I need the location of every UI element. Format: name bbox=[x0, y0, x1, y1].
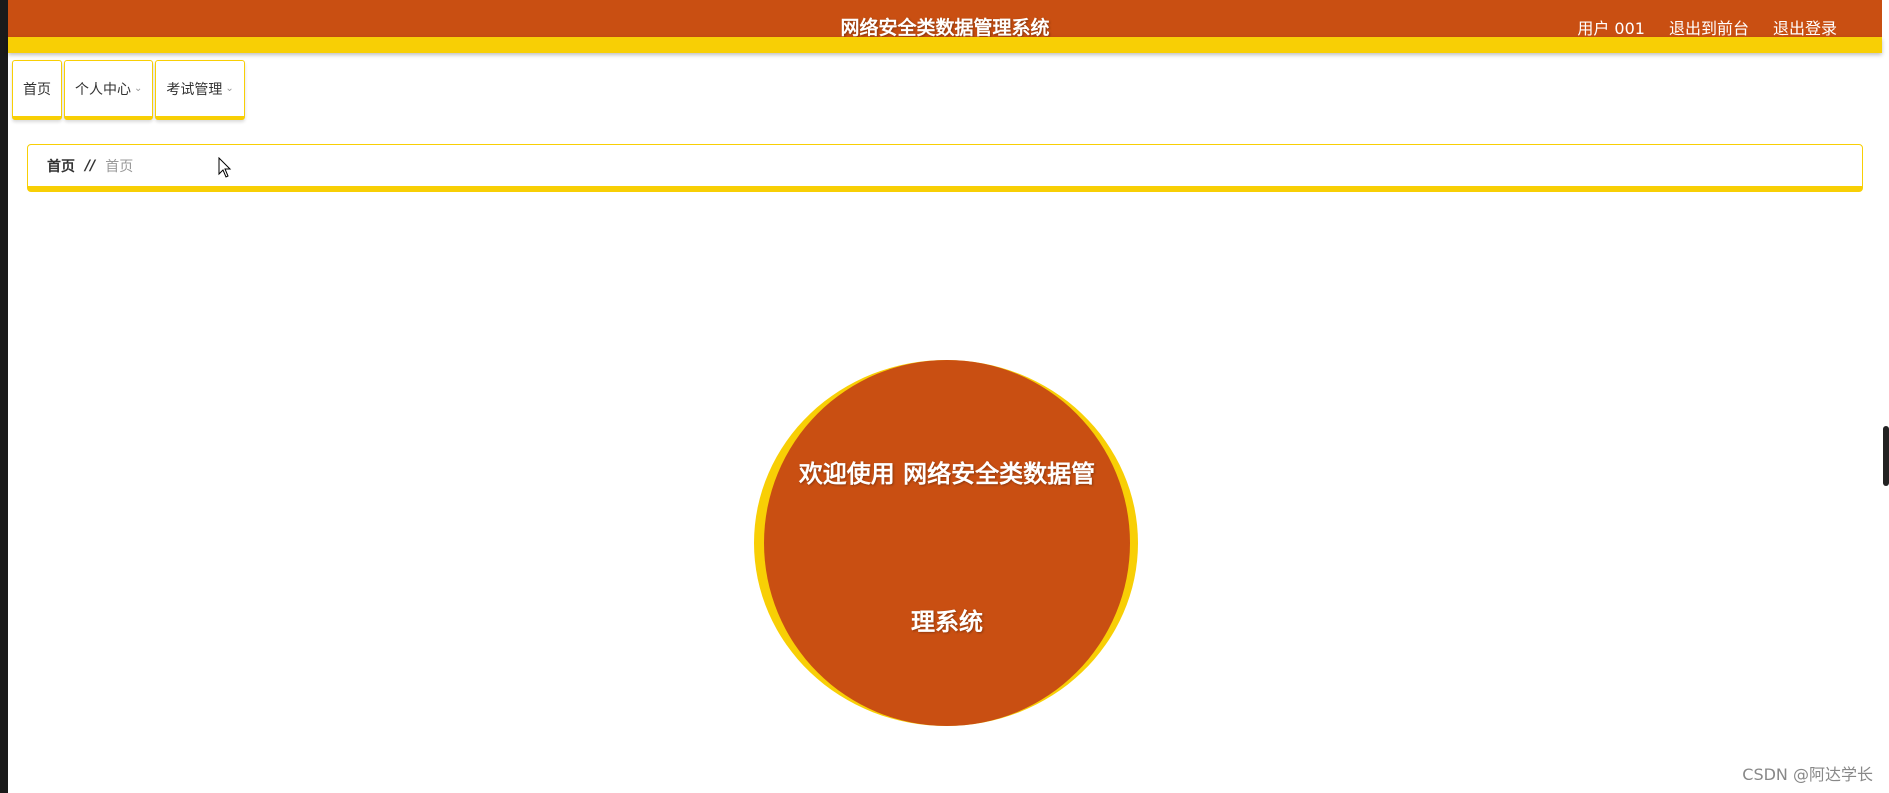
header-accent-stripe bbox=[8, 37, 1882, 53]
nav-item-label: 考试管理 bbox=[166, 81, 223, 98]
nav-item-label: 个人中心 bbox=[75, 81, 131, 98]
header-actions: 用户 001 退出到前台 退出登录 bbox=[1577, 15, 1837, 39]
breadcrumb: 首页 // 首页 bbox=[27, 144, 1863, 192]
welcome-banner: 欢迎使用 网络安全类数据管 理系统 bbox=[764, 360, 1130, 726]
logout-link[interactable]: 退出登录 bbox=[1773, 15, 1837, 39]
top-nav-menu: 首页 个人中心 ⌄ 考试管理 ⌄ bbox=[12, 60, 245, 120]
exit-to-front-link[interactable]: 退出到前台 bbox=[1669, 15, 1749, 39]
nav-item-label: 首页 bbox=[23, 81, 51, 98]
breadcrumb-separator: // bbox=[85, 157, 96, 174]
welcome-text-line1: 欢迎使用 网络安全类数据管 bbox=[798, 460, 1096, 488]
nav-item-home[interactable]: 首页 bbox=[12, 60, 62, 120]
breadcrumb-current: 首页 bbox=[105, 158, 134, 175]
chevron-down-icon: ⌄ bbox=[134, 83, 143, 94]
user-label: 用户 001 bbox=[1577, 19, 1645, 38]
scrollbar-thumb[interactable] bbox=[1883, 426, 1889, 486]
window-edge bbox=[0, 0, 8, 793]
nav-item-personal-center[interactable]: 个人中心 ⌄ bbox=[64, 60, 154, 120]
breadcrumb-home-link[interactable]: 首页 bbox=[47, 156, 75, 176]
chevron-down-icon: ⌄ bbox=[225, 83, 234, 94]
mouse-pointer-icon bbox=[218, 157, 232, 178]
top-header: 网络安全类数据管理系统 用户 001 退出到前台 退出登录 bbox=[8, 0, 1882, 39]
welcome-text-line2: 理系统 bbox=[911, 608, 983, 636]
nav-item-exam-management[interactable]: 考试管理 ⌄ bbox=[155, 60, 245, 120]
watermark: CSDN @阿达学长 bbox=[1742, 765, 1873, 784]
